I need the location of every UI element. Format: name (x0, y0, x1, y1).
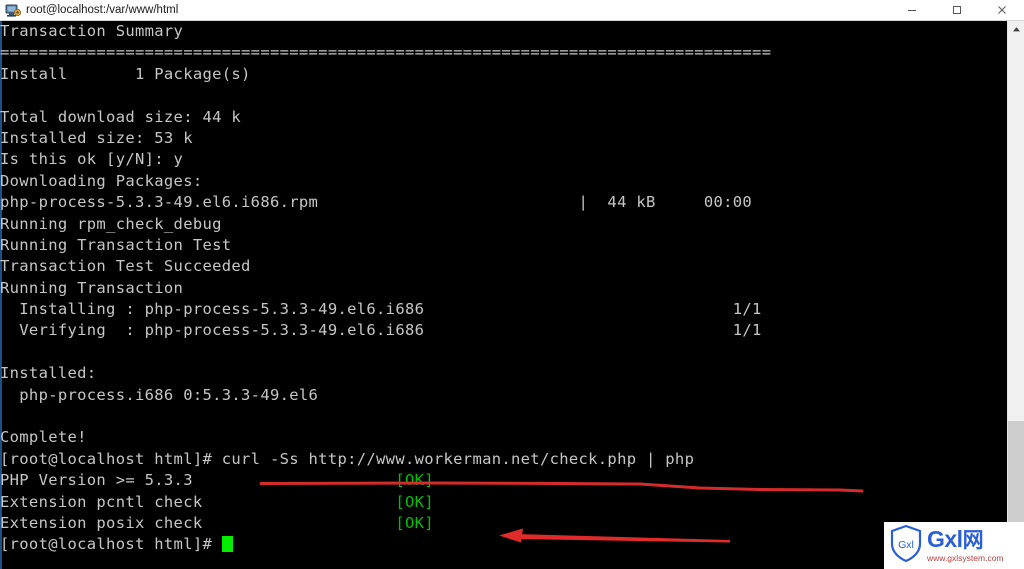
terminal-window: root@localhost:/var/www/html Transaction… (0, 0, 1024, 569)
svg-text:Gxl: Gxl (898, 539, 914, 551)
terminal-text: Extension posix check (0, 513, 396, 532)
maximize-button[interactable] (934, 0, 979, 21)
terminal-text: Extension pcntl check (0, 492, 396, 511)
status-ok-badge: [OK] (395, 471, 434, 490)
terminal-line: php-process-5.3.3-49.el6.i686.rpm | 44 k… (0, 193, 753, 212)
watermark-url: www.gxlsystem.com (927, 553, 1004, 563)
terminal-line: Downloading Packages: (0, 171, 203, 190)
window-titlebar: root@localhost:/var/www/html (0, 0, 1024, 21)
status-ok-badge: [OK] (395, 492, 434, 511)
terminal-line: [root@localhost html]# curl -Ss http://w… (0, 449, 695, 468)
terminal-line: Installing : php-process-5.3.3-49.el6.i6… (0, 300, 762, 319)
window-title: root@localhost:/var/www/html (26, 4, 179, 16)
terminal-computer-icon (3, 0, 23, 20)
watermark-text-block: Gxl网 www.gxlsystem.com (927, 526, 1004, 564)
close-button[interactable] (979, 0, 1024, 21)
terminal-line: Total download size: 44 k (0, 107, 242, 126)
scroll-up-arrow-icon[interactable] (1008, 21, 1024, 38)
watermark-brand-latin: Gxl (927, 526, 963, 552)
terminal-line: Installed size: 53 k (0, 128, 193, 147)
watermark-brand-cn: 网 (962, 529, 984, 552)
terminal-line: ========================================… (0, 43, 772, 62)
minimize-button[interactable] (889, 0, 934, 21)
terminal-line: Verifying : php-process-5.3.3-49.el6.i68… (0, 321, 762, 340)
terminal-line: Running Transaction (0, 278, 184, 297)
watermark-logo: Gxl Gxl网 www.gxlsystem.com (884, 522, 1024, 569)
terminal-line: Extension posix check [OK] (0, 513, 1007, 534)
terminal-text: PHP Version >= 5.3.3 (0, 471, 396, 490)
terminal-line: [root@localhost html]# (0, 534, 1007, 555)
terminal-line: Installed: (0, 364, 97, 383)
watermark-brand: Gxl网 (927, 526, 1004, 553)
terminal-line: PHP Version >= 5.3.3 [OK] (0, 470, 1007, 491)
terminal-line: Is this ok [y/N]: y (0, 150, 184, 169)
terminal-line: Complete! (0, 428, 87, 447)
terminal-text: [root@localhost html]# (0, 535, 222, 554)
status-ok-badge: [OK] (395, 513, 434, 532)
terminal-output-area[interactable]: Transaction Summary =====================… (0, 21, 1007, 569)
terminal-line: Install 1 Package(s) (0, 64, 251, 83)
shield-icon: Gxl (889, 524, 923, 568)
terminal-cursor (221, 536, 233, 553)
terminal-text-lines: Transaction Summary =====================… (0, 21, 1007, 556)
terminal-line: Running Transaction Test (0, 235, 232, 254)
vertical-scrollbar[interactable] (1007, 21, 1024, 569)
terminal-line: Transaction Summary (0, 22, 184, 40)
terminal-line: Transaction Test Succeeded (0, 257, 251, 276)
terminal-line: Extension pcntl check [OK] (0, 492, 1007, 513)
terminal-line: php-process.i686 0:5.3.3-49.el6 (0, 385, 319, 404)
terminal-line: Running rpm_check_debug (0, 214, 222, 233)
